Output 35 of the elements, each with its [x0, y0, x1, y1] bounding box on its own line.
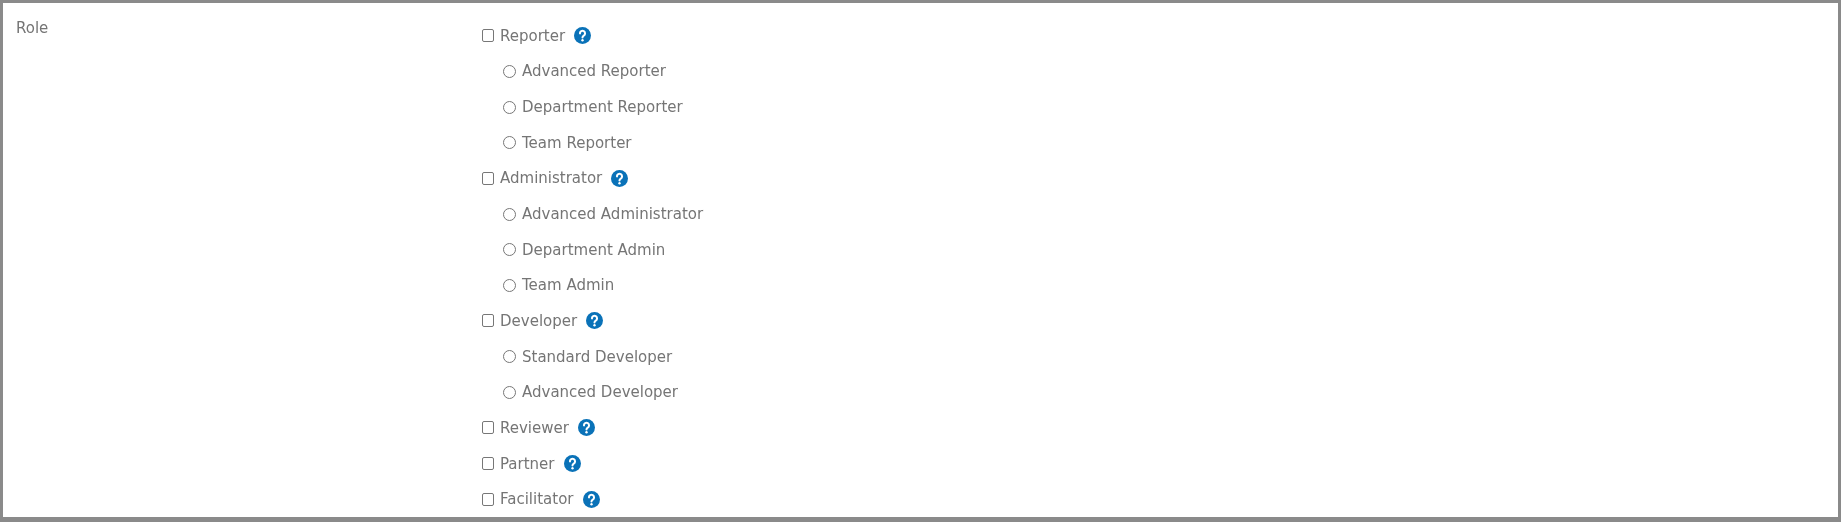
option-label: Department Admin [522, 240, 666, 259]
help-icon[interactable] [563, 455, 581, 472]
checkbox[interactable] [482, 314, 494, 328]
checkbox[interactable] [482, 492, 494, 506]
checkbox[interactable] [482, 421, 494, 435]
radio-button[interactable] [503, 136, 516, 150]
help-icon[interactable] [586, 312, 604, 330]
radio-button[interactable] [503, 350, 516, 364]
option-label: Advanced Reporter [522, 62, 666, 81]
option-label: Developer [500, 311, 578, 330]
help-icon[interactable] [574, 27, 592, 45]
help-icon[interactable] [611, 169, 629, 187]
option-label: Advanced Administrator [522, 205, 704, 223]
radio-button[interactable] [503, 385, 516, 399]
help-icon[interactable] [577, 419, 595, 437]
option-label: Facilitator [500, 490, 574, 509]
checkbox[interactable] [482, 171, 494, 185]
option-label: Department Reporter [522, 98, 683, 117]
field-label: Role [16, 19, 50, 37]
option-label: Team Admin [522, 276, 615, 295]
radio-button[interactable] [503, 64, 516, 78]
option-label: Advanced Developer [522, 383, 678, 402]
checkbox[interactable] [482, 457, 494, 470]
option-label: Partner [500, 454, 555, 473]
help-icon[interactable] [582, 490, 600, 508]
checkbox[interactable] [482, 29, 494, 43]
radio-button[interactable] [503, 243, 516, 257]
option-label: Standard Developer [522, 347, 673, 366]
radio-button[interactable] [503, 100, 516, 114]
option-label: Reporter [500, 26, 566, 45]
radio-button[interactable] [503, 207, 516, 221]
option-label: Administrator [500, 169, 603, 188]
radio-button[interactable] [503, 278, 516, 292]
option-label: Team Reporter [522, 133, 632, 152]
option-label: Reviewer [500, 418, 569, 437]
